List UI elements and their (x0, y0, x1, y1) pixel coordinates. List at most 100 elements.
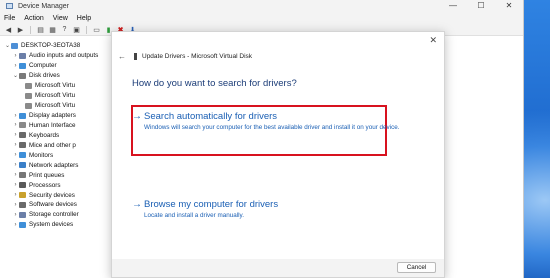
chevron-right-icon[interactable]: › (12, 212, 19, 218)
tree-item[interactable]: › Display adapters (4, 111, 120, 121)
tree-item[interactable]: › Network adapters (4, 160, 120, 170)
storage-controller-icon (19, 211, 26, 218)
cancel-button[interactable]: Cancel (397, 262, 436, 273)
tree-item-label: Computer (29, 62, 57, 70)
menu-action[interactable]: Action (24, 15, 43, 22)
disk-drive-icon (19, 72, 26, 79)
minimize-button[interactable]: — (439, 0, 467, 12)
tree-item[interactable]: › Audio inputs and outputs (4, 51, 120, 61)
tree-item[interactable]: › System devices (4, 220, 120, 230)
chevron-right-icon[interactable]: › (12, 142, 19, 148)
hid-icon (19, 122, 26, 129)
tree-item-label: Storage controller (29, 211, 79, 219)
back-arrow-icon[interactable]: ← (118, 52, 126, 61)
tree-item-label: Microsoft Virtu (35, 82, 76, 90)
monitor-icon[interactable]: ▭ (92, 25, 101, 34)
chevron-right-icon[interactable]: › (12, 202, 19, 208)
device-tree: ⌄ DESKTOP-3EOTA38 › Audio inputs and out… (0, 41, 120, 278)
chevron-right-icon[interactable]: › (12, 192, 19, 198)
window-title: Device Manager (18, 2, 69, 10)
chevron-right-icon[interactable]: › (12, 113, 19, 119)
computer-icon[interactable]: ▣ (72, 25, 81, 34)
browse-computer-option[interactable]: → Browse my computer for drivers Locate … (132, 199, 402, 220)
dialog-header: ← Update Drivers - Microsoft Virtual Dis… (118, 52, 252, 61)
menu-bar: File Action View Help (0, 12, 523, 24)
chevron-right-icon[interactable]: › (12, 132, 19, 138)
chevron-right-icon[interactable]: › (12, 122, 19, 128)
properties-icon[interactable]: ▤ (36, 25, 45, 34)
tree-item-label: System devices (29, 221, 74, 229)
chevron-down-icon[interactable]: ⌄ (4, 42, 11, 49)
arrow-right-icon: → (132, 199, 142, 210)
tree-item[interactable]: › Mice and other p (4, 140, 120, 150)
chevron-right-icon[interactable]: › (12, 222, 19, 228)
tree-item-label: Monitors (29, 151, 54, 159)
tree-child-item[interactable]: Microsoft Virtu (4, 91, 120, 101)
option-description: Windows will search your computer for th… (144, 124, 400, 131)
tree-item[interactable]: › Print queues (4, 170, 120, 180)
audio-icon (19, 52, 26, 59)
dialog-title: Update Drivers - Microsoft Virtual Disk (142, 53, 253, 60)
tree-item[interactable]: › Human Interface (4, 121, 120, 131)
computer-icon (19, 62, 26, 69)
show-hidden-icon[interactable]: ▦ (48, 25, 57, 34)
update-drivers-dialog: ✕ ← Update Drivers - Microsoft Virtual D… (111, 31, 445, 278)
tree-child-item[interactable]: Microsoft Virtu (4, 101, 120, 111)
processor-icon (19, 182, 26, 189)
tree-item-label: Software devices (29, 201, 77, 209)
tree-item[interactable]: › Keyboards (4, 130, 120, 140)
arrow-right-icon: → (132, 111, 142, 122)
mouse-icon (19, 142, 26, 149)
printer-icon (19, 172, 26, 179)
dialog-footer: Cancel (112, 259, 444, 277)
tree-item-label: Microsoft Virtu (35, 92, 76, 100)
back-arrow-icon[interactable]: ◀ (4, 25, 13, 34)
disk-icon (25, 92, 32, 99)
option-title: Search automatically for drivers (144, 111, 278, 122)
maximize-button[interactable]: ☐ (467, 0, 495, 12)
tree-item[interactable]: › Computer (4, 61, 120, 71)
option-description: Locate and install a driver manually. (144, 212, 244, 219)
chevron-down-icon[interactable]: ⌄ (12, 72, 19, 79)
close-window-button[interactable]: ✕ (495, 0, 523, 12)
tree-item-label: Network adapters (29, 161, 79, 169)
tree-item-label: Display adapters (29, 112, 76, 120)
title-bar: Device Manager — ☐ ✕ (0, 0, 523, 12)
computer-node-icon (11, 42, 18, 49)
system-device-icon (19, 221, 26, 228)
option-title: Browse my computer for drivers (144, 199, 279, 210)
tree-item[interactable]: ⌄ Disk drives (4, 71, 120, 81)
tree-item-label: Human Interface (29, 121, 76, 129)
tree-item-label: Keyboards (29, 131, 60, 139)
tree-item[interactable]: › Storage controller (4, 210, 120, 220)
tree-item[interactable]: › Security devices (4, 190, 120, 200)
forward-arrow-icon[interactable]: ▶ (16, 25, 25, 34)
tree-child-item[interactable]: Microsoft Virtu (4, 81, 120, 91)
software-device-icon (19, 201, 26, 208)
tree-root[interactable]: ⌄ DESKTOP-3EOTA38 (4, 41, 120, 51)
network-adapter-icon (19, 162, 26, 169)
tree-item-label: Disk drives (29, 72, 60, 80)
tree-item-label: Print queues (29, 171, 65, 179)
chevron-right-icon[interactable]: › (12, 53, 19, 59)
search-automatically-option[interactable]: → Search automatically for drivers Windo… (132, 111, 402, 132)
tree-item[interactable]: › Monitors (4, 150, 120, 160)
menu-view[interactable]: View (53, 15, 68, 22)
help-icon[interactable]: ? (60, 25, 69, 34)
virtual-disk-icon (134, 53, 137, 60)
tree-root-label: DESKTOP-3EOTA38 (21, 42, 81, 50)
chevron-right-icon[interactable]: › (12, 182, 19, 188)
disk-icon (25, 82, 32, 89)
keyboard-icon (19, 132, 26, 139)
chevron-right-icon[interactable]: › (12, 172, 19, 178)
toolbar-separator (30, 25, 31, 34)
chevron-right-icon[interactable]: › (12, 152, 19, 158)
tree-item[interactable]: › Software devices (4, 200, 120, 210)
tree-item[interactable]: › Processors (4, 180, 120, 190)
chevron-right-icon[interactable]: › (12, 63, 19, 69)
menu-help[interactable]: Help (77, 15, 91, 22)
menu-file[interactable]: File (4, 15, 15, 22)
dialog-close-button[interactable]: ✕ (429, 35, 437, 46)
dialog-question: How do you want to search for drivers? (132, 78, 297, 89)
chevron-right-icon[interactable]: › (12, 162, 19, 168)
